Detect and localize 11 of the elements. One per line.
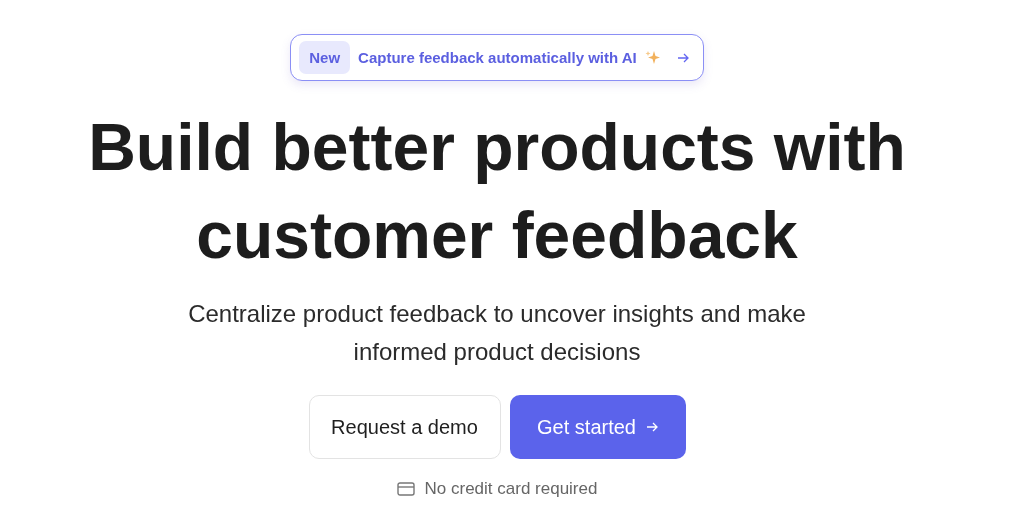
new-badge: New xyxy=(299,41,351,74)
announcement-text: Capture feedback automatically with AI xyxy=(358,49,637,66)
credit-card-icon xyxy=(396,482,415,496)
request-demo-button[interactable]: Request a demo xyxy=(308,395,501,459)
no-credit-card-note: No credit card required xyxy=(424,479,598,499)
hero-subtitle: Centralize product feedback to uncover insights and make informed product decisions xyxy=(187,299,807,367)
hero-heading: Build better products with customer feedback xyxy=(87,109,907,274)
get-started-button[interactable]: Get started xyxy=(509,395,686,459)
arrow-right-icon xyxy=(676,51,689,64)
arrow-right-icon xyxy=(645,421,658,433)
announcement-link[interactable]: New Capture feedback automatically with AI xyxy=(290,34,704,81)
